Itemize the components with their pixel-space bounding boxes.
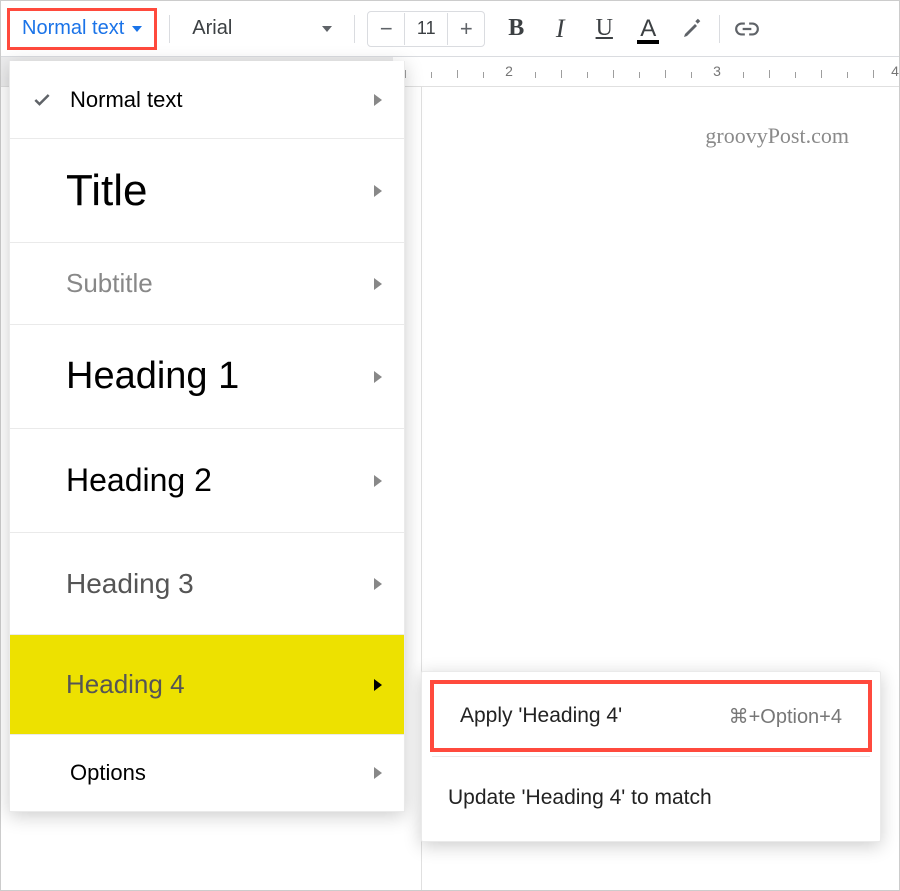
submenu-label: Apply 'Heading 4' [460,704,622,728]
paragraph-style-dropdown[interactable]: Normal text [7,8,157,50]
bold-button[interactable]: B [501,12,531,46]
submenu-arrow-icon [374,475,382,487]
highlight-color-button[interactable] [677,12,707,46]
submenu-arrow-icon [374,94,382,106]
format-buttons: B I U A [501,12,707,46]
style-label: Options [66,760,374,786]
style-label: Normal text [66,87,374,113]
style-option-subtitle[interactable]: Subtitle [10,243,404,325]
toolbar: Normal text Arial − + B I U A [1,1,899,57]
style-label: Title [66,166,374,216]
ruler-number: 2 [505,63,513,79]
font-size-group: − + [367,11,485,47]
separator [169,15,170,43]
paragraph-styles-menu: Normal text Title Subtitle Heading 1 Hea… [9,61,405,812]
underline-button[interactable]: U [589,12,619,46]
heading-4-submenu: Apply 'Heading 4' ⌘+Option+4 Update 'Hea… [421,671,881,842]
separator [432,756,870,757]
watermark-text: groovyPost.com [705,123,849,149]
caret-down-icon [132,26,142,32]
paragraph-style-label: Normal text [22,17,124,40]
italic-button[interactable]: I [545,12,575,46]
style-label: Heading 3 [66,568,374,600]
submenu-arrow-icon [374,371,382,383]
separator [354,15,355,43]
style-option-heading-1[interactable]: Heading 1 [10,325,404,429]
style-option-title[interactable]: Title [10,139,404,243]
increase-font-size-button[interactable]: + [448,12,484,46]
text-color-button[interactable]: A [633,12,663,46]
apply-heading-4-item[interactable]: Apply 'Heading 4' ⌘+Option+4 [430,680,872,752]
submenu-arrow-icon [374,578,382,590]
ruler-number: 4 [891,63,899,79]
submenu-label: Update 'Heading 4' to match [448,786,712,810]
style-option-heading-4[interactable]: Heading 4 [10,635,404,735]
style-label: Subtitle [66,268,374,299]
checkmark-icon [32,90,66,110]
font-family-dropdown[interactable]: Arial [182,8,342,50]
font-family-label: Arial [192,17,232,40]
submenu-arrow-icon [374,185,382,197]
decrease-font-size-button[interactable]: − [368,12,404,46]
style-label: Heading 1 [66,355,374,398]
link-icon [734,16,760,42]
submenu-arrow-icon [374,767,382,779]
style-option-normal-text[interactable]: Normal text [10,61,404,139]
insert-link-button[interactable] [732,12,762,46]
style-option-heading-3[interactable]: Heading 3 [10,533,404,635]
separator [719,15,720,43]
ruler-number: 3 [713,63,721,79]
style-label: Heading 2 [66,462,374,499]
style-option-heading-2[interactable]: Heading 2 [10,429,404,533]
style-label: Heading 4 [66,669,374,700]
font-size-input[interactable] [404,13,448,45]
style-option-options[interactable]: Options [10,735,404,811]
submenu-arrow-icon [374,278,382,290]
highlighter-icon [680,17,704,41]
caret-down-icon [322,26,332,32]
update-heading-4-item[interactable]: Update 'Heading 4' to match [422,759,880,837]
keyboard-shortcut: ⌘+Option+4 [729,704,842,729]
submenu-arrow-icon [374,679,382,691]
